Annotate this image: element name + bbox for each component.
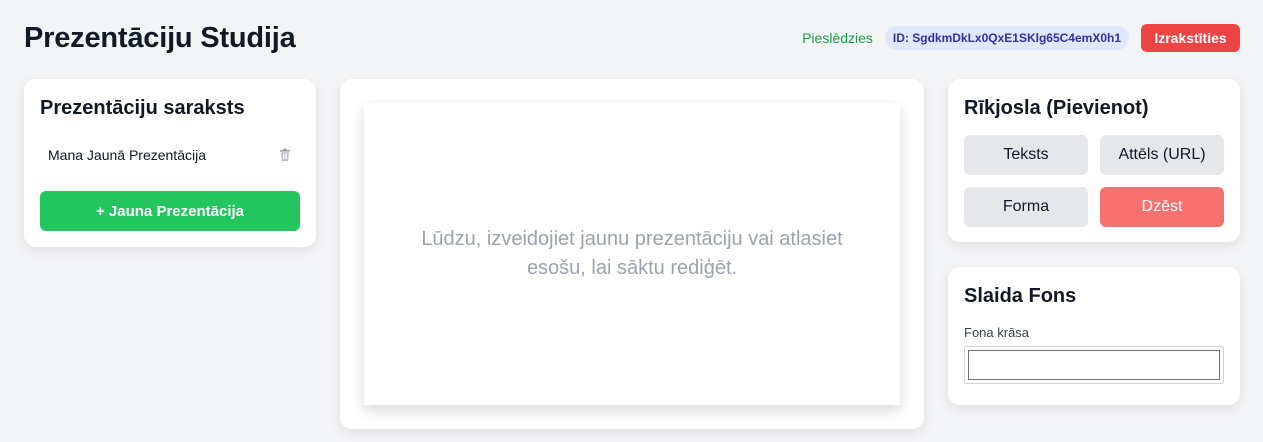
slide-background-title: Slaida Fons: [964, 285, 1077, 307]
toolbar-panel: Rīkjosla (Pievienot) Teksts Attēls (URL)…: [948, 79, 1240, 242]
slide-canvas[interactable]: Lūdzu, izveidojiet jaunu prezentāciju va…: [364, 103, 900, 405]
background-color-picker[interactable]: [964, 346, 1224, 384]
app-title: Prezentāciju Studija: [24, 21, 296, 54]
add-shape-button[interactable]: Forma: [964, 187, 1088, 227]
logout-button[interactable]: Izrakstīties: [1141, 24, 1240, 52]
new-presentation-button[interactable]: + Jauna Prezentācija: [40, 191, 300, 231]
presentations-panel-title: Prezentāciju saraksts: [40, 97, 245, 119]
presentation-list-item[interactable]: Mana Jaunā Prezentācija: [40, 141, 300, 169]
header-user-area: Pieslēdzies ID: SgdkmDkLx0QxE1SKlg65C4em…: [802, 24, 1240, 52]
delete-button[interactable]: Dzēst: [1100, 187, 1224, 227]
empty-state-message: Lūdzu, izveidojiet jaunu prezentāciju va…: [421, 228, 843, 279]
trash-icon[interactable]: [278, 148, 292, 162]
app-header: Prezentāciju Studija Pieslēdzies ID: Sgd…: [24, 18, 1240, 58]
add-image-url-button[interactable]: Attēls (URL): [1100, 135, 1224, 175]
toolbar-title: Rīkjosla (Pievienot): [964, 97, 1149, 119]
background-color-swatch: [968, 350, 1220, 380]
presentation-item-label: Mana Jaunā Prezentācija: [48, 147, 206, 163]
presentations-panel: Prezentāciju saraksts Mana Jaunā Prezent…: [24, 79, 316, 247]
editor-panel: Lūdzu, izveidojiet jaunu prezentāciju va…: [340, 79, 924, 429]
slide-background-panel: Slaida Fons Fona krāsa: [948, 267, 1240, 405]
background-color-label: Fona krāsa: [964, 325, 1030, 340]
add-text-button[interactable]: Teksts: [964, 135, 1088, 175]
login-status: Pieslēdzies: [802, 30, 873, 46]
user-id-badge: ID: SgdkmDkLx0QxE1SKlg65C4emX0h1: [884, 26, 1129, 50]
